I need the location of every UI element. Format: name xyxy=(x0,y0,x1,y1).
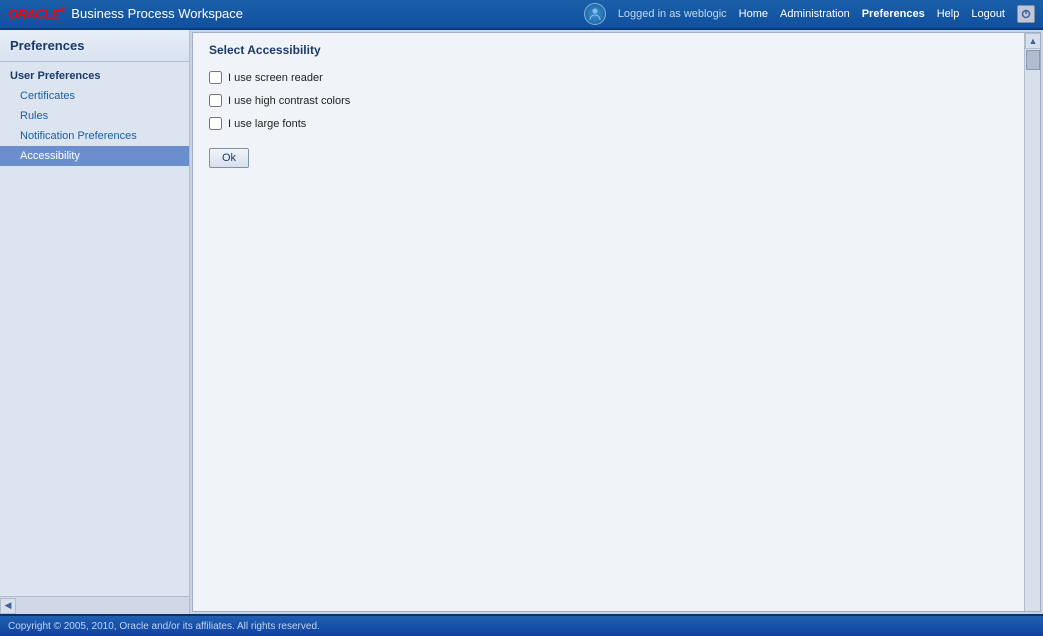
sidebar-item-certificates[interactable]: Certificates xyxy=(0,86,189,106)
sidebar-item-accessibility[interactable]: Accessibility xyxy=(0,146,189,166)
main-container: Preferences User Preferences Certificate… xyxy=(0,30,1043,614)
screen-reader-row: I use screen reader xyxy=(209,71,1008,84)
header-right: Logged in as weblogic Home Administratio… xyxy=(584,3,1035,25)
logout-link[interactable]: Logout xyxy=(971,8,1005,20)
high-contrast-label: I use high contrast colors xyxy=(228,95,350,107)
large-fonts-row: I use large fonts xyxy=(209,117,1008,130)
power-icon xyxy=(1017,5,1035,23)
large-fonts-label: I use large fonts xyxy=(228,118,306,130)
app-title: Business Process Workspace xyxy=(71,6,243,21)
content-inner: Select Accessibility I use screen reader… xyxy=(193,33,1024,178)
high-contrast-row: I use high contrast colors xyxy=(209,94,1008,107)
vertical-scrollbar[interactable]: ▲ xyxy=(1024,33,1040,611)
help-link[interactable]: Help xyxy=(937,8,960,20)
screen-reader-label: I use screen reader xyxy=(228,72,323,84)
scrollbar-thumb[interactable] xyxy=(1026,50,1040,70)
scroll-left-arrow[interactable]: ◀ xyxy=(0,598,16,614)
section-title: Select Accessibility xyxy=(209,43,1008,57)
content-panel: ▲ Select Accessibility I use screen read… xyxy=(192,32,1041,612)
user-icon xyxy=(584,3,606,25)
sidebar-item-rules[interactable]: Rules xyxy=(0,106,189,126)
footer: Copyright © 2005, 2010, Oracle and/or it… xyxy=(0,614,1043,636)
sidebar-bottom-scrollbar: ◀ xyxy=(0,596,189,614)
sidebar-section-title: User Preferences xyxy=(0,62,189,86)
screen-reader-checkbox[interactable] xyxy=(209,71,222,84)
oracle-logo: ORACLE® xyxy=(8,6,65,21)
high-contrast-checkbox[interactable] xyxy=(209,94,222,107)
header-left: ORACLE® Business Process Workspace xyxy=(8,6,243,21)
preferences-link[interactable]: Preferences xyxy=(862,8,925,20)
sidebar: Preferences User Preferences Certificate… xyxy=(0,30,190,614)
ok-button[interactable]: Ok xyxy=(209,148,249,168)
copyright-text: Copyright © 2005, 2010, Oracle and/or it… xyxy=(8,621,320,632)
large-fonts-checkbox[interactable] xyxy=(209,117,222,130)
sidebar-title: Preferences xyxy=(0,30,189,62)
home-link[interactable]: Home xyxy=(739,8,768,20)
logged-in-text: Logged in as weblogic xyxy=(618,8,727,20)
oracle-wordmark: ORACLE® xyxy=(8,6,65,21)
sidebar-item-notification-preferences[interactable]: Notification Preferences xyxy=(0,126,189,146)
scroll-up-arrow[interactable]: ▲ xyxy=(1025,33,1041,49)
administration-link[interactable]: Administration xyxy=(780,8,850,20)
header: ORACLE® Business Process Workspace Logge… xyxy=(0,0,1043,30)
